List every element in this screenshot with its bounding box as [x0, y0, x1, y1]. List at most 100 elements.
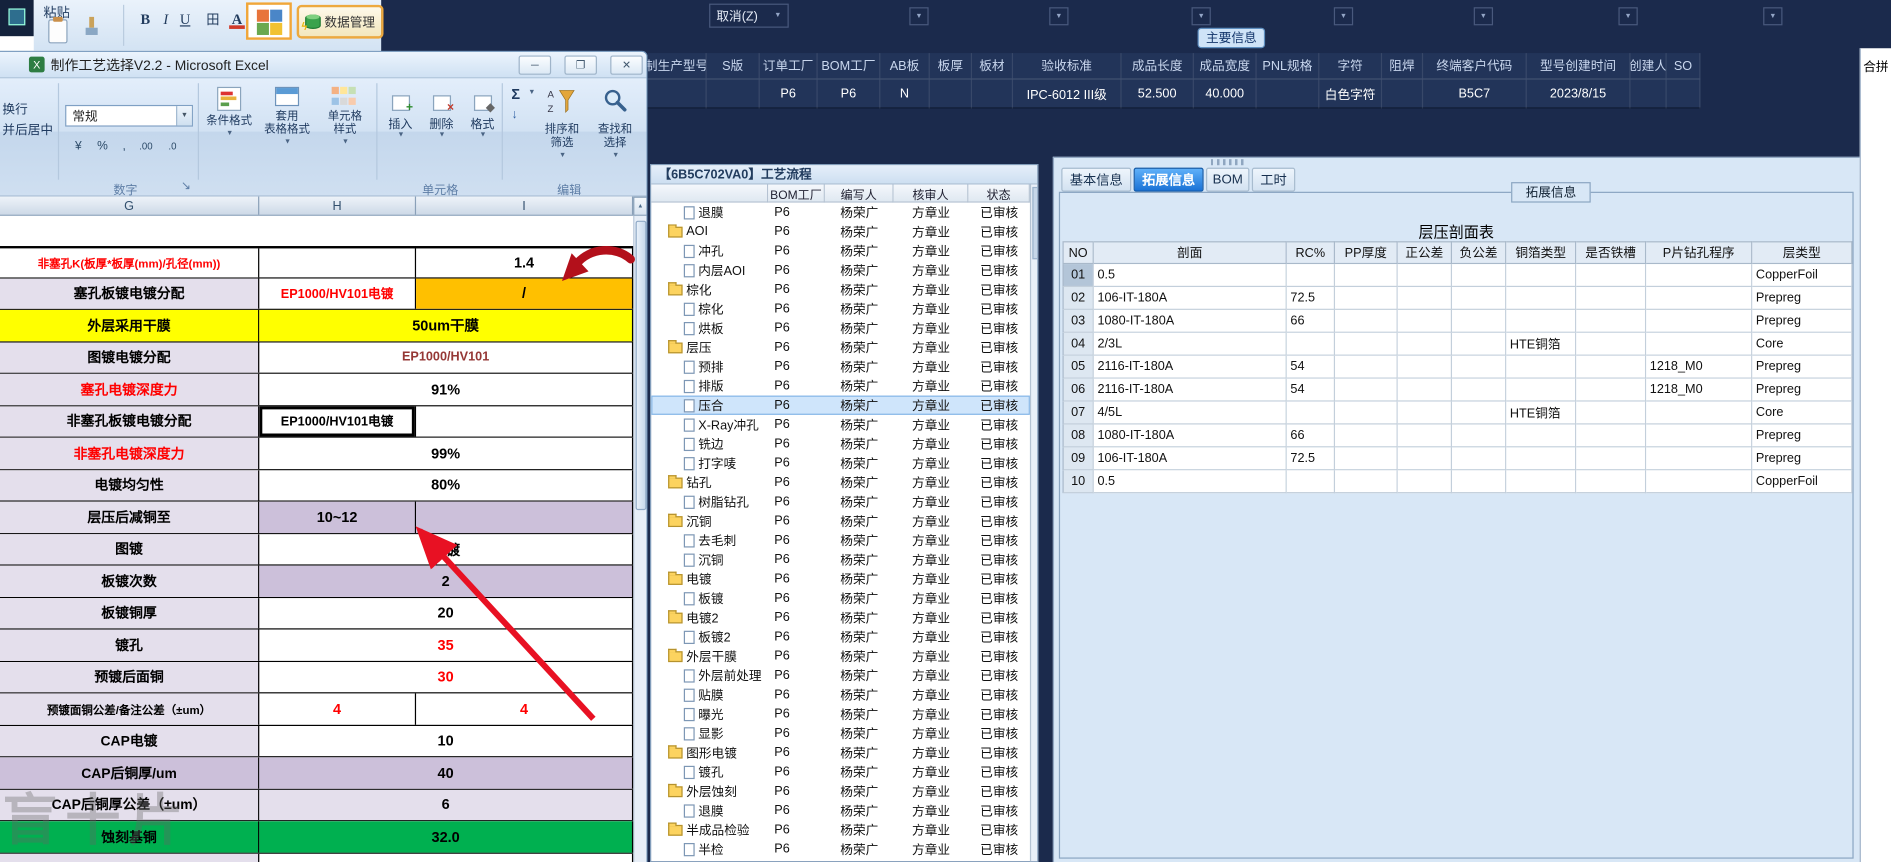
cell-styles-button[interactable]: 单元格 样式 ▼: [316, 81, 374, 180]
tree-scrollbar[interactable]: [1029, 184, 1038, 862]
maximize-button[interactable]: ❐: [564, 55, 597, 75]
find-select-button[interactable]: 查找和 选择 ▼: [589, 81, 642, 180]
tree-row[interactable]: 铣边 P6 杨荣广 方章业 已审核: [651, 434, 1030, 453]
tree-row[interactable]: 预排 P6 杨荣广 方章业 已审核: [651, 357, 1030, 376]
tree-row[interactable]: 曝光 P6 杨荣广 方章业 已审核: [651, 704, 1030, 723]
dropdown-arrow[interactable]: [1618, 7, 1638, 26]
column-header-g[interactable]: G: [0, 196, 260, 215]
sheet-cell[interactable]: 20: [259, 597, 634, 629]
scrollbar-thumb[interactable]: [635, 220, 647, 511]
panel-tab[interactable]: 基本信息: [1061, 167, 1132, 192]
tree-row[interactable]: 树脂钻孔 P6 杨荣广 方章业 已审核: [651, 492, 1030, 511]
italic-button[interactable]: I: [156, 8, 177, 30]
tree-row[interactable]: 电镀2 P6 杨荣广 方章业 已审核: [651, 608, 1030, 627]
cancel-menu[interactable]: 取消(Z): [709, 3, 789, 28]
column-header-h[interactable]: H: [259, 196, 417, 215]
tree-row[interactable]: X-Ray冲孔 P6 杨荣广 方章业 已审核: [651, 415, 1030, 434]
lamination-row[interactable]: 10 0.5 CopperFoil: [1062, 470, 1853, 494]
tree-row[interactable]: 内层AOI P6 杨荣广 方章业 已审核: [651, 260, 1030, 279]
tree-row[interactable]: 镀孔 P6 杨荣广 方章业 已审核: [651, 762, 1030, 781]
increase-decimal-button[interactable]: .00: [135, 136, 157, 157]
scrollbar-thumb[interactable]: [1032, 186, 1038, 260]
number-format-select[interactable]: 常规 ▼: [65, 104, 193, 127]
sheet-cell[interactable]: EP1000/HV101电镀: [259, 405, 417, 437]
borders-button[interactable]: 田: [203, 8, 224, 30]
tree-row[interactable]: 烘板 P6 杨荣广 方章业 已审核: [651, 318, 1030, 337]
panel-tab[interactable]: 拓展信息: [1133, 167, 1204, 192]
tree-row[interactable]: 排版 P6 杨荣广 方章业 已审核: [651, 376, 1030, 395]
underline-button[interactable]: U: [175, 8, 196, 30]
percent-format-button[interactable]: %: [92, 136, 114, 157]
wrap-text-button[interactable]: 换行: [2, 100, 27, 118]
tree-row[interactable]: 压合 P6 杨荣广 方章业 已审核: [651, 395, 1030, 415]
tree-row[interactable]: 半成品检验 P6 杨荣广 方章业 已审核: [651, 820, 1030, 839]
sheet-cell[interactable]: 80%: [259, 469, 634, 501]
tree-row[interactable]: 退膜 P6 杨荣广 方章业 已审核: [651, 801, 1030, 820]
tree-row[interactable]: 打字唛 P6 杨荣广 方章业 已审核: [651, 453, 1030, 472]
sheet-cell[interactable]: EP1000/HV101电镀: [259, 277, 417, 309]
tree-row[interactable]: 棕化 P6 杨荣广 方章业 已审核: [651, 280, 1030, 299]
close-button[interactable]: ✕: [610, 55, 643, 75]
sheet-cell[interactable]: 10~12: [259, 501, 417, 533]
tree-row[interactable]: 沉铜 P6 杨荣广 方章业 已审核: [651, 550, 1030, 569]
sheet-cell[interactable]: [416, 405, 634, 437]
tree-row[interactable]: 显影 P6 杨荣广 方章业 已审核: [651, 724, 1030, 743]
dropdown-arrow[interactable]: [1763, 7, 1783, 26]
tree-row[interactable]: 层压 P6 杨荣广 方章业 已审核: [651, 338, 1030, 357]
lamination-row[interactable]: 02 106-IT-180A 72.5 Prepreg: [1062, 287, 1853, 310]
dropdown-arrow[interactable]: [1049, 7, 1069, 26]
tree-row[interactable]: 外层干膜 P6 杨荣广 方章业 已审核: [651, 646, 1030, 665]
sheet-cell[interactable]: 4: [259, 693, 417, 725]
sheet-cell[interactable]: 30: [259, 661, 634, 693]
tree-row[interactable]: 贴膜 P6 杨荣广 方章业 已审核: [651, 685, 1030, 704]
bold-button[interactable]: B: [135, 8, 156, 30]
tree-row[interactable]: AOI P6 杨荣广 方章业 已审核: [651, 222, 1030, 241]
dropdown-arrow[interactable]: [1191, 7, 1211, 26]
dialog-launcher-icon[interactable]: ↘: [181, 180, 191, 193]
dropdown-arrow[interactable]: [909, 7, 929, 26]
tree-row[interactable]: 板镀2 P6 杨荣广 方章业 已审核: [651, 627, 1030, 646]
sheet-cell[interactable]: 99%: [259, 437, 634, 469]
tree-row[interactable]: 外层蚀刻 P6 杨荣广 方章业 已审核: [651, 781, 1030, 800]
tree-row[interactable]: 冲孔 P6 杨荣广 方章业 已审核: [651, 241, 1030, 260]
fill-button[interactable]: ↓: [511, 107, 517, 121]
sheet-cell[interactable]: 4: [416, 693, 634, 725]
sheet-cell[interactable]: [416, 501, 634, 533]
lamination-row[interactable]: 05 2116-IT-180A 54 1218_M0 Prepreg: [1062, 355, 1853, 379]
tree-row[interactable]: 钻孔 P6 杨荣广 方章业 已审核: [651, 473, 1030, 492]
sheet-cell[interactable]: 6: [259, 789, 634, 821]
scroll-up-button[interactable]: ▲: [633, 196, 647, 216]
tree-row[interactable]: 退膜 P6 杨荣广 方章业 已审核: [651, 203, 1030, 222]
column-header-i[interactable]: I: [416, 196, 634, 215]
sheet-cell[interactable]: [259, 248, 417, 277]
conditional-format-button[interactable]: 条件格式 ▼: [200, 81, 258, 180]
tree-row[interactable]: 半检 P6 杨荣广 方章业 已审核: [651, 839, 1030, 858]
format-as-table-button[interactable]: 套用 表格格式 ▼: [258, 81, 316, 180]
dropdown-arrow[interactable]: [1333, 7, 1354, 26]
insert-cells-button[interactable]: + 插入 ▼: [381, 95, 420, 139]
sheet-cell[interactable]: 91%: [259, 373, 634, 405]
font-color-button[interactable]: A: [227, 8, 248, 30]
tree-row[interactable]: 沉铜 P6 杨荣广 方章业 已审核: [651, 511, 1030, 530]
decrease-decimal-button[interactable]: .0: [162, 136, 184, 157]
sheet-cell[interactable]: /: [416, 277, 634, 309]
drag-gripper[interactable]: [1210, 159, 1248, 166]
autosum-button[interactable]: Σ: [511, 86, 520, 103]
sheet-cell[interactable]: 40: [259, 757, 634, 789]
data-management-button[interactable]: ϟ 数据管理: [296, 4, 384, 39]
sheet-cell[interactable]: 35: [259, 629, 634, 661]
lamination-row[interactable]: 06 2116-IT-180A 54 1218_M0 Prepreg: [1062, 378, 1853, 402]
delete-cells-button[interactable]: × 删除 ▼: [422, 95, 461, 139]
tree-row[interactable]: 棕化 P6 杨荣广 方章业 已审核: [651, 299, 1030, 318]
format-painter-icon[interactable]: [85, 16, 98, 35]
data-tool-button[interactable]: [246, 2, 292, 40]
sheet-cell[interactable]: 10: [259, 725, 634, 757]
lamination-row[interactable]: 09 106-IT-180A 72.5 Prepreg: [1062, 447, 1853, 471]
tree-row[interactable]: 电镀 P6 杨荣广 方章业 已审核: [651, 569, 1030, 588]
sheet-cell[interactable]: EP1000/HV101: [259, 341, 634, 373]
merge-center-button[interactable]: 并后居中: [2, 121, 53, 139]
sort-filter-button[interactable]: A Z 排序和 筛选 ▼: [535, 81, 588, 180]
dropdown-arrow[interactable]: [1473, 7, 1494, 26]
tree-row[interactable]: 图形电镀 P6 杨荣广 方章业 已审核: [651, 743, 1030, 762]
tree-row[interactable]: 去毛刺 P6 杨荣广 方章业 已审核: [651, 531, 1030, 550]
